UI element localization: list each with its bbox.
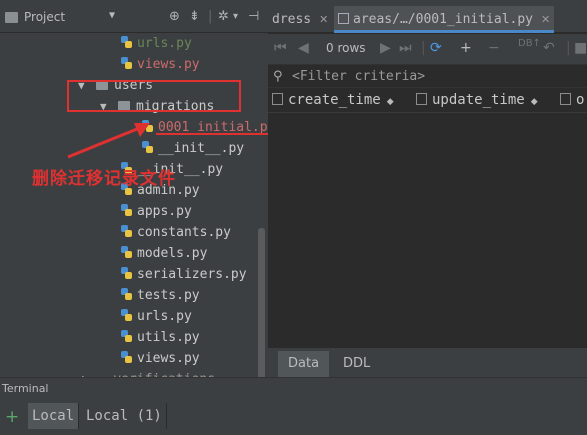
table-toolbar: ⏮ ◀ 0 rows ▶ ⏭ | ⟳ + − DB↑ ↶ | ■ [268, 34, 587, 65]
tree-scrollbar[interactable] [258, 228, 265, 377]
python-file-icon [120, 351, 133, 364]
python-file-icon [120, 246, 133, 259]
annotation-arrow-icon [67, 123, 150, 159]
column-header-row: create_time ◆ update_time ◆ o [268, 89, 587, 113]
chevron-down-icon[interactable]: ▼ [109, 10, 115, 21]
first-page-icon[interactable]: ⏮ [274, 40, 287, 56]
annotation-highlight-box [67, 80, 241, 112]
hide-icon[interactable]: ⊣ [248, 9, 259, 24]
tree-file-urls-top[interactable]: urls.py [120, 34, 192, 54]
column-icon [560, 93, 571, 105]
refresh-icon[interactable]: ⟳ [430, 40, 442, 56]
stop-icon[interactable]: ■ [574, 40, 587, 56]
terminal-tab-bar: + Local Local (1) [0, 401, 587, 435]
separator: | [208, 9, 213, 24]
add-row-icon[interactable]: + [460, 40, 472, 56]
tree-file-views-top[interactable]: views.py [120, 55, 200, 75]
python-file-icon [120, 309, 133, 322]
annotation-text: 删除迁移记录文件 [32, 169, 176, 189]
last-page-icon[interactable]: ⏭ [399, 40, 412, 56]
close-icon[interactable]: ✕ [541, 13, 550, 26]
project-icon [5, 12, 18, 23]
column-header-partial[interactable]: o [560, 92, 584, 108]
python-file-icon [120, 225, 133, 238]
column-header-update-time[interactable]: update_time ◆ [416, 92, 538, 108]
project-panel-header: Project ▼ ⊕ ⇟ | ✲ ▾ ⊣ [0, 0, 268, 33]
tree-file-init-migrations[interactable]: __init__.py [141, 139, 244, 159]
terminal-tab-local-1[interactable]: Local (1) [82, 403, 167, 429]
column-header-create-time[interactable]: create_time ◆ [272, 92, 394, 108]
next-page-icon[interactable]: ▶ [380, 40, 391, 56]
filter-icon: ⚲ [273, 69, 283, 84]
data-grid[interactable] [268, 114, 587, 348]
separator: | [566, 40, 571, 56]
python-file-icon [120, 204, 133, 217]
editor-tab-bar: dress ✕ areas/…/0001_initial.py ✕ [268, 0, 587, 33]
tree-file-apps[interactable]: apps.py [120, 202, 192, 222]
collapse-icon[interactable]: ⇟ [189, 9, 200, 24]
tab-address[interactable]: dress ✕ [268, 6, 332, 33]
python-file-icon [120, 57, 133, 70]
tab-data[interactable]: Data [278, 351, 330, 377]
revert-icon[interactable]: ↶ [543, 40, 555, 56]
annotation-underline [156, 133, 268, 135]
tree-file-serializers[interactable]: serializers.py [120, 265, 247, 285]
database-table-icon [338, 13, 349, 24]
tree-file-urls[interactable]: urls.py [120, 307, 192, 327]
data-view-tabs: Data DDL [268, 348, 587, 377]
prev-page-icon[interactable]: ◀ [298, 40, 309, 56]
tab-areas-initial[interactable]: areas/…/0001_initial.py ✕ [334, 6, 555, 33]
remove-row-icon[interactable]: − [488, 40, 500, 56]
gear-icon[interactable]: ✲ [218, 9, 229, 24]
add-icon[interactable]: ⊕ [169, 9, 180, 24]
python-file-icon [120, 267, 133, 280]
new-terminal-icon[interactable]: + [5, 407, 19, 427]
filter-input[interactable]: <Filter criteria> [292, 69, 425, 84]
python-file-icon [120, 288, 133, 301]
terminal-title: Terminal [2, 382, 49, 395]
python-file-icon [120, 330, 133, 343]
tree-file-utils[interactable]: utils.py [120, 328, 200, 348]
column-icon [272, 93, 283, 105]
terminal-header: Terminal [0, 377, 587, 401]
separator: | [421, 40, 426, 56]
chevron-down-icon[interactable]: ▾ [233, 11, 238, 22]
terminal-tab-local[interactable]: Local [28, 403, 80, 429]
tree-file-views[interactable]: views.py [120, 349, 200, 369]
row-count[interactable]: 0 rows [326, 41, 366, 55]
sort-icon[interactable]: ◆ [387, 97, 394, 107]
tree-file-models[interactable]: models.py [120, 244, 207, 264]
sort-icon[interactable]: ◆ [531, 97, 538, 107]
submit-icon[interactable]: DB↑ [518, 38, 541, 49]
python-file-icon [120, 36, 133, 49]
close-icon[interactable]: ✕ [319, 13, 328, 26]
tree-file-tests[interactable]: tests.py [120, 286, 200, 306]
column-icon [416, 93, 427, 105]
project-title[interactable]: Project [24, 10, 65, 24]
tab-ddl[interactable]: DDL [333, 351, 380, 377]
tree-file-initial-migration[interactable]: 0001_initial.py [141, 118, 268, 138]
filter-bar[interactable]: ⚲ <Filter criteria> [268, 66, 587, 88]
tree-file-constants[interactable]: constants.py [120, 223, 231, 243]
